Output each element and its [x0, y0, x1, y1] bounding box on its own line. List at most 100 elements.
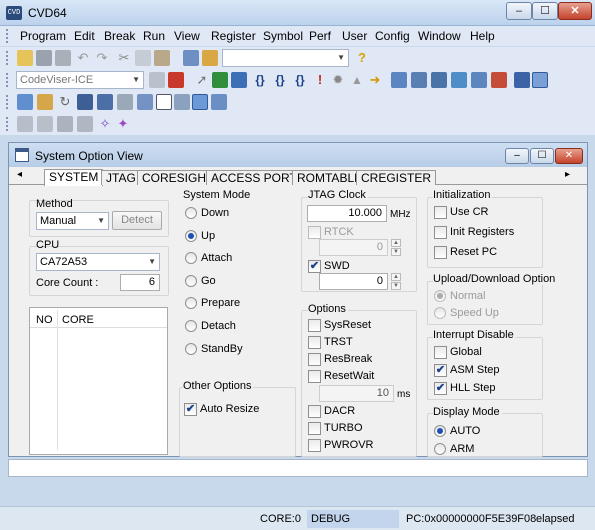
- save-all-icon[interactable]: [55, 50, 71, 66]
- radio-standby-label[interactable]: StandBy: [201, 343, 243, 355]
- rtck-spin-down[interactable]: ▼: [391, 248, 401, 256]
- resbreak-checkbox[interactable]: [308, 353, 321, 366]
- radio-auto[interactable]: [434, 425, 446, 437]
- radio-down[interactable]: [185, 207, 197, 219]
- window-list-icon[interactable]: [211, 94, 227, 110]
- script-icon[interactable]: ✦: [115, 116, 131, 132]
- radio-prepare-label[interactable]: Prepare: [201, 297, 240, 309]
- folder-tools-icon[interactable]: [202, 50, 218, 66]
- breakpoint-icon[interactable]: !: [312, 72, 328, 88]
- radio-normal[interactable]: [434, 290, 446, 302]
- menu-symbol[interactable]: Symbol: [263, 29, 303, 43]
- menu-help[interactable]: Help: [470, 29, 495, 43]
- memory-icon[interactable]: [391, 72, 407, 88]
- resetwait-checkbox[interactable]: [308, 370, 321, 383]
- swd-spin-up[interactable]: ▲: [391, 273, 401, 281]
- child-minimize-button[interactable]: ‒: [505, 148, 529, 164]
- tab-jtag[interactable]: JTAG: [101, 170, 141, 185]
- menu-perf[interactable]: Perf: [309, 29, 331, 43]
- trace-icon[interactable]: [17, 116, 33, 132]
- step-over-icon[interactable]: {}: [272, 72, 288, 88]
- hll-step-label[interactable]: HLL Step: [450, 382, 495, 394]
- variable-icon[interactable]: [431, 72, 447, 88]
- menu-run[interactable]: Run: [143, 29, 165, 43]
- radio-standby[interactable]: [185, 343, 197, 355]
- radio-down-label[interactable]: Down: [201, 207, 229, 219]
- cut-icon[interactable]: ✂: [116, 50, 132, 66]
- swd-input[interactable]: 0: [319, 273, 388, 290]
- gear-icon[interactable]: ✹: [330, 72, 346, 88]
- clock-icon[interactable]: [174, 94, 190, 110]
- sysreset-checkbox[interactable]: [308, 319, 321, 332]
- warning-icon[interactable]: ▲: [349, 72, 365, 88]
- arrow-right-icon[interactable]: ➜: [367, 72, 383, 88]
- paste-icon[interactable]: [154, 50, 170, 66]
- register-icon[interactable]: [411, 72, 427, 88]
- swd-spin-down[interactable]: ▼: [391, 282, 401, 290]
- profile-icon[interactable]: [37, 116, 53, 132]
- disasm-icon[interactable]: [77, 94, 93, 110]
- grid-icon[interactable]: [137, 94, 153, 110]
- table-icon[interactable]: [471, 72, 487, 88]
- dacr-checkbox[interactable]: [308, 405, 321, 418]
- radio-detach[interactable]: [185, 320, 197, 332]
- analysis-icon[interactable]: [77, 116, 93, 132]
- reset-pc-checkbox[interactable]: [434, 246, 447, 259]
- use-cr-checkbox[interactable]: [434, 206, 447, 219]
- rtck-label[interactable]: RTCK: [324, 226, 354, 238]
- turbo-checkbox[interactable]: [308, 422, 321, 435]
- window-icon[interactable]: [183, 50, 199, 66]
- radio-go-label[interactable]: Go: [201, 275, 216, 287]
- magic-icon[interactable]: ✧: [97, 116, 113, 132]
- child-close-button[interactable]: ✕: [555, 148, 583, 164]
- help-icon[interactable]: ?: [354, 50, 370, 66]
- close-button[interactable]: ✕: [558, 2, 592, 20]
- terminal-icon[interactable]: [514, 72, 530, 88]
- tab-cregister[interactable]: CREGISTER: [356, 170, 437, 185]
- swd-label[interactable]: SWD: [324, 260, 350, 272]
- method-select[interactable]: Manual ▼: [36, 212, 109, 230]
- chip-icon[interactable]: [491, 72, 507, 88]
- global-checkbox[interactable]: [434, 346, 447, 359]
- tab-scroll-left-icon[interactable]: ◂: [17, 169, 22, 180]
- step-into-icon[interactable]: {}: [252, 72, 268, 88]
- source-icon[interactable]: [17, 94, 33, 110]
- jump-icon[interactable]: [97, 94, 113, 110]
- menu-view[interactable]: View: [174, 29, 200, 43]
- use-cr-label[interactable]: Use CR: [450, 206, 489, 218]
- radio-attach-label[interactable]: Attach: [201, 252, 232, 264]
- menu-config[interactable]: Config: [375, 29, 410, 43]
- rtck-input[interactable]: 0: [319, 239, 388, 256]
- system-option-icon[interactable]: [192, 94, 208, 110]
- turbo-label[interactable]: TURBO: [324, 422, 363, 434]
- swd-checkbox[interactable]: ✔: [308, 260, 321, 273]
- refresh-icon[interactable]: [212, 72, 228, 88]
- undo-icon[interactable]: ↶: [75, 50, 91, 66]
- save-icon[interactable]: [36, 50, 52, 66]
- radio-attach[interactable]: [185, 252, 197, 264]
- radio-prepare[interactable]: [185, 297, 197, 309]
- trst-label[interactable]: TRST: [324, 336, 353, 348]
- tab-system[interactable]: SYSTEM: [44, 169, 104, 186]
- jtag-clock-input[interactable]: 10.000: [307, 205, 387, 222]
- step-out-icon[interactable]: {}: [292, 72, 308, 88]
- reset-icon[interactable]: [231, 72, 247, 88]
- dacr-label[interactable]: DACR: [324, 405, 355, 417]
- tab-scroll-right-icon[interactable]: ▸: [565, 169, 570, 180]
- radio-up[interactable]: [185, 230, 197, 242]
- sysreset-label[interactable]: SysReset: [324, 319, 371, 331]
- asm-step-label[interactable]: ASM Step: [450, 364, 500, 376]
- view-toggle-icon[interactable]: [532, 72, 548, 88]
- radio-arm-label[interactable]: ARM: [450, 443, 474, 455]
- redo-icon[interactable]: ↷: [94, 50, 110, 66]
- run-icon[interactable]: ➚: [194, 72, 210, 88]
- menu-program[interactable]: Program: [20, 29, 66, 43]
- resbreak-label[interactable]: ResBreak: [324, 353, 372, 365]
- pwrovr-checkbox[interactable]: [308, 439, 321, 452]
- reset-pc-label[interactable]: Reset PC: [450, 246, 497, 258]
- global-label[interactable]: Global: [450, 346, 482, 358]
- coverage-icon[interactable]: [57, 116, 73, 132]
- radio-speed-up[interactable]: [434, 307, 446, 319]
- rtck-spin-up[interactable]: ▲: [391, 239, 401, 247]
- asm-step-checkbox[interactable]: ✔: [434, 364, 447, 377]
